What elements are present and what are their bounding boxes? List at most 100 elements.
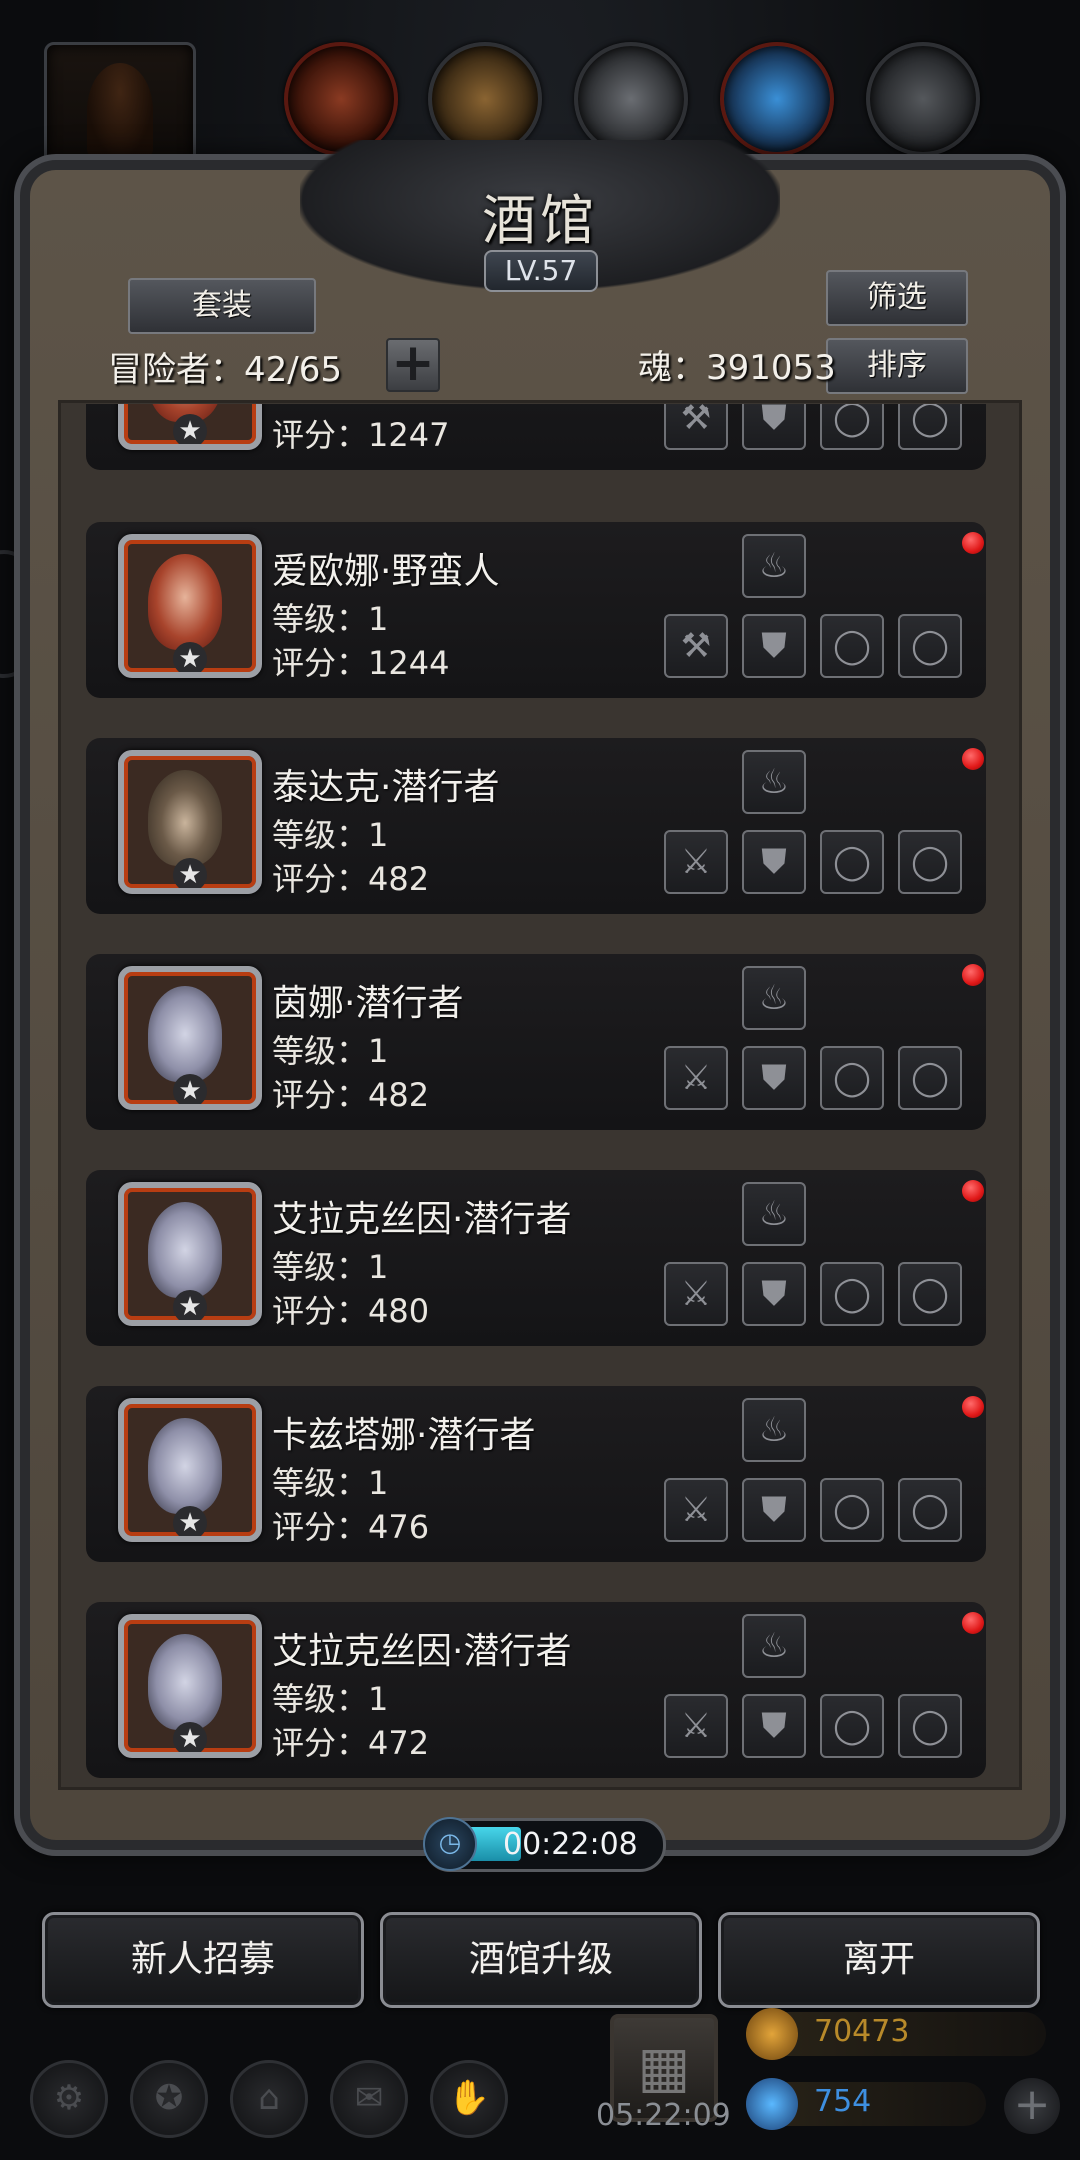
- flame-skill-icon[interactable]: ♨: [742, 966, 806, 1030]
- hero-score: 评分：482: [272, 1076, 430, 1114]
- soul-count: 魂：391053: [638, 348, 836, 388]
- gate-icon[interactable]: ⌂: [230, 2060, 308, 2138]
- flame-skill-icon[interactable]: ♨: [742, 1614, 806, 1678]
- notification-dot: [962, 1180, 984, 1202]
- flame-skill-icon[interactable]: ♨: [742, 534, 806, 598]
- hero-level: 等级：1: [272, 1032, 389, 1070]
- hero-name: 爱欧娜·野蛮人: [272, 551, 500, 592]
- hero-portrait: ★: [118, 534, 262, 678]
- filter-button[interactable]: 筛选: [826, 270, 968, 326]
- gem-currency: 754: [746, 2078, 986, 2130]
- hero-name: 泰达克·潜行者: [272, 767, 500, 808]
- hero-card[interactable]: ★ 艾拉克丝因·潜行者 等级：1 评分：472 ♨ ⚔ ⛊ ◯ ◯: [86, 1602, 986, 1778]
- axe-icon[interactable]: ⚒: [664, 614, 728, 678]
- armor-slot-icon[interactable]: ⛊: [742, 830, 806, 894]
- dagger-icon[interactable]: ⚔: [664, 1262, 728, 1326]
- hero-score: 评分：1244: [272, 644, 450, 682]
- add-currency-button[interactable]: +: [1004, 2078, 1060, 2134]
- notification-dot: [962, 1396, 984, 1418]
- hero-score: 评分：480: [272, 1292, 430, 1330]
- hero-level: 等级：1: [272, 1248, 389, 1286]
- armor-slot-icon[interactable]: ⛊: [742, 404, 806, 450]
- ring-slot-icon[interactable]: ◯: [898, 1694, 962, 1758]
- outfit-button[interactable]: 套装: [128, 278, 316, 334]
- hero-score: 评分：472: [272, 1724, 430, 1762]
- armor-slot-icon[interactable]: ⛊: [742, 1046, 806, 1110]
- hero-card[interactable]: ★ 茵娜·潜行者 等级：1 评分：482 ♨ ⚔ ⛊ ◯ ◯: [86, 954, 986, 1130]
- notification-dot: [962, 532, 984, 554]
- upgrade-tavern-button[interactable]: 酒馆升级: [380, 1912, 702, 2008]
- ring-slot-icon[interactable]: ◯: [820, 1478, 884, 1542]
- axe-icon[interactable]: ⚒: [664, 404, 728, 450]
- ring-slot-icon[interactable]: ◯: [820, 830, 884, 894]
- recruit-button[interactable]: 新人招募: [42, 1912, 364, 2008]
- ring-slot-icon[interactable]: ◯: [898, 1478, 962, 1542]
- gem-icon: [746, 2078, 798, 2130]
- hero-card[interactable]: ★ 泰达克·潜行者 等级：1 评分：482 ♨ ⚔ ⛊ ◯ ◯: [86, 738, 986, 914]
- armor-slot-icon[interactable]: ⛊: [742, 1262, 806, 1326]
- meat-resource-icon[interactable]: [284, 42, 398, 156]
- flame-skill-icon[interactable]: ♨: [742, 1182, 806, 1246]
- gear-icon[interactable]: ⚙: [30, 2060, 108, 2138]
- dagger-icon[interactable]: ⚔: [664, 1694, 728, 1758]
- hero-card[interactable]: ★ 卡兹塔娜·潜行者 等级：1 评分：476 ♨ ⚔ ⛊ ◯ ◯: [86, 1386, 986, 1562]
- star-icon: ★: [173, 414, 207, 444]
- hooded-figure-icon: [87, 63, 153, 159]
- flame-skill-icon[interactable]: ♨: [742, 750, 806, 814]
- ring-slot-icon[interactable]: ◯: [820, 404, 884, 450]
- gold-value: 70473: [814, 2014, 910, 2049]
- hero-portrait: ★: [118, 1614, 262, 1758]
- flame-skill-icon[interactable]: ♨: [742, 1398, 806, 1462]
- ring-slot-icon[interactable]: ◯: [820, 614, 884, 678]
- wood-resource-icon[interactable]: [428, 42, 542, 156]
- ring-slot-icon[interactable]: ◯: [820, 1046, 884, 1110]
- hero-list[interactable]: ★ 评分：1247 ⚒ ⛊ ◯ ◯ ★ 爱欧娜·野蛮人 等级：1 评分：1244…: [86, 404, 994, 1784]
- ring-slot-icon[interactable]: ◯: [898, 1046, 962, 1110]
- hero-score: 评分：1247: [272, 416, 450, 454]
- armor-slot-icon[interactable]: ⛊: [742, 614, 806, 678]
- hero-score: 评分：476: [272, 1508, 430, 1546]
- star-icon: ★: [173, 1506, 207, 1536]
- hero-portrait: ★: [118, 1398, 262, 1542]
- dagger-icon[interactable]: ⚔: [664, 1478, 728, 1542]
- handshake-icon[interactable]: ✋: [430, 2060, 508, 2138]
- hero-level: 等级：1: [272, 600, 389, 638]
- star-icon: ★: [173, 858, 207, 888]
- sort-button[interactable]: 排序: [826, 338, 968, 394]
- dagger-icon[interactable]: ⚔: [664, 830, 728, 894]
- gem-value: 754: [814, 2084, 872, 2119]
- iron-resource-icon[interactable]: [574, 42, 688, 156]
- ring-slot-icon[interactable]: ◯: [820, 1262, 884, 1326]
- leave-button[interactable]: 离开: [718, 1912, 1040, 2008]
- hero-card-partial[interactable]: ★ 评分：1247 ⚒ ⛊ ◯ ◯: [86, 404, 986, 470]
- star-icon: ★: [173, 642, 207, 672]
- crystal-resource-icon[interactable]: [720, 42, 834, 156]
- ring-slot-icon[interactable]: ◯: [820, 1694, 884, 1758]
- dagger-icon[interactable]: ⚔: [664, 1046, 728, 1110]
- hero-card[interactable]: ★ 爱欧娜·野蛮人 等级：1 评分：1244 ♨ ⚒ ⛊ ◯ ◯: [86, 522, 986, 698]
- tavern-level-badge: LV.57: [484, 250, 598, 292]
- add-adventurer-slot-button[interactable]: +: [386, 337, 440, 392]
- adventurer-count: 冒险者：42/65: [108, 350, 342, 390]
- refresh-timer: ◷ 00:22:08: [423, 1817, 666, 1872]
- stone-resource-icon[interactable]: [866, 42, 980, 156]
- hero-portrait: ★: [118, 750, 262, 894]
- star-badge-icon[interactable]: ✪: [130, 2060, 208, 2138]
- notification-dot: [962, 964, 984, 986]
- ring-slot-icon[interactable]: ◯: [898, 404, 962, 450]
- armor-slot-icon[interactable]: ⛊: [742, 1694, 806, 1758]
- ring-slot-icon[interactable]: ◯: [898, 830, 962, 894]
- hero-card[interactable]: ★ 艾拉克丝因·潜行者 等级：1 评分：480 ♨ ⚔ ⛊ ◯ ◯: [86, 1170, 986, 1346]
- star-icon: ★: [173, 1722, 207, 1752]
- player-portrait[interactable]: [44, 42, 196, 184]
- armor-slot-icon[interactable]: ⛊: [742, 1478, 806, 1542]
- hero-name: 卡兹塔娜·潜行者: [272, 1415, 536, 1456]
- hero-portrait: ★: [118, 966, 262, 1110]
- star-icon: ★: [173, 1074, 207, 1104]
- hero-level: 等级：1: [272, 1680, 389, 1718]
- mail-icon[interactable]: ✉: [330, 2060, 408, 2138]
- ring-slot-icon[interactable]: ◯: [898, 614, 962, 678]
- hero-level: 等级：1: [272, 816, 389, 854]
- hero-level: 等级：1: [272, 1464, 389, 1502]
- ring-slot-icon[interactable]: ◯: [898, 1262, 962, 1326]
